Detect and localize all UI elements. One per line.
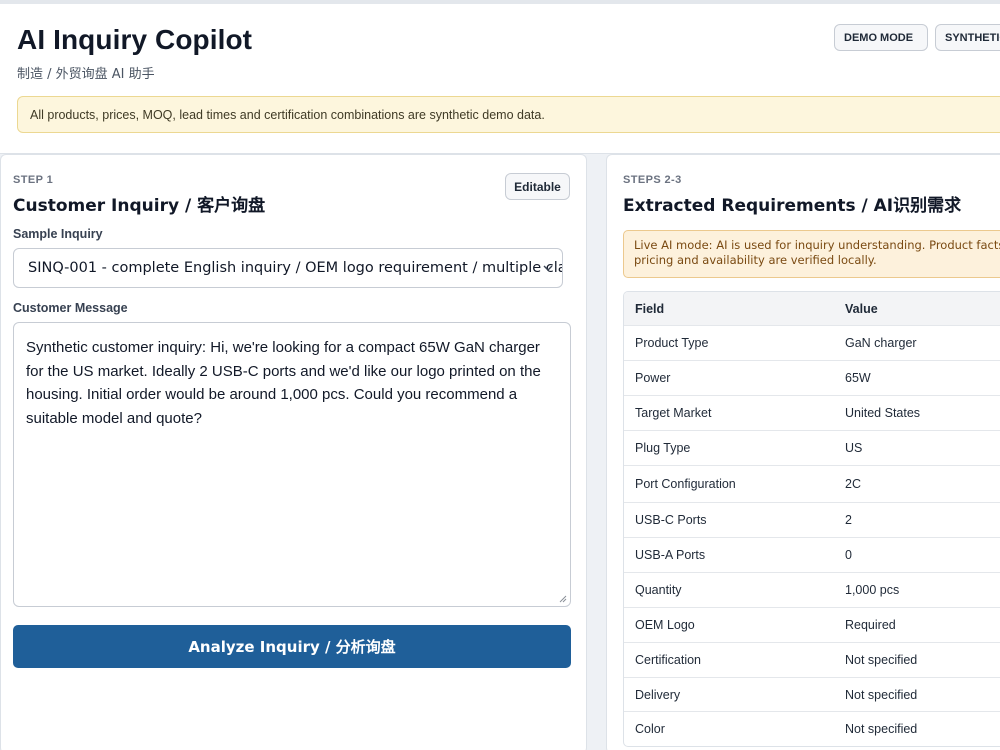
- table-row: USB-A Ports 0: [624, 538, 1000, 573]
- table-cell-field: USB-A Ports: [635, 548, 706, 562]
- table-cell-value: Not specified: [845, 722, 918, 736]
- table-cell-value: US: [845, 441, 863, 455]
- customer-message-textarea[interactable]: Synthetic customer inquiry: Hi, we're lo…: [13, 322, 571, 607]
- chevron-down-icon: [543, 265, 553, 271]
- analyze-inquiry-button[interactable]: Analyze Inquiry / 分析询盘: [13, 625, 571, 668]
- table-cell-value: United States: [845, 406, 921, 420]
- customer-inquiry-panel: STEP 1 Customer Inquiry / 客户询盘 Editable …: [0, 154, 587, 750]
- table-cell-value: 2: [845, 513, 852, 527]
- app-header: AI Inquiry Copilot 制造 / 外贸询盘 AI 助手 DEMO …: [0, 4, 1000, 154]
- sample-inquiry-select[interactable]: SINQ-001 - complete English inquiry / OE…: [13, 248, 563, 288]
- requirements-table: Field Value Product Type GaN charger Pow…: [623, 291, 1000, 747]
- customer-inquiry-title: Customer Inquiry / 客户询盘: [13, 196, 266, 216]
- table-cell-field: Quantity: [635, 583, 682, 597]
- table-row: Certification Not specified: [624, 643, 1000, 678]
- live-ai-notice-text: Live AI mode: AI is used for inquiry und…: [634, 238, 1000, 267]
- table-header-value: Value: [845, 301, 878, 316]
- table-header-field: Field: [635, 301, 665, 316]
- table-row: Plug Type US: [624, 431, 1000, 466]
- table-header-row: Field Value: [624, 292, 1000, 326]
- synthetic-data-notice: All products, prices, MOQ, lead times an…: [17, 96, 1000, 133]
- table-row: Product Type GaN charger: [624, 326, 1000, 361]
- table-cell-field: Color: [635, 722, 665, 736]
- table-row: Power 65W: [624, 361, 1000, 396]
- synthetic-data-notice-text: All products, prices, MOQ, lead times an…: [30, 107, 545, 122]
- table-cell-value: Not specified: [845, 687, 918, 702]
- table-cell-value: Not specified: [845, 653, 918, 667]
- table-cell-field: Product Type: [635, 336, 709, 350]
- table-row: Port Configuration 2C: [624, 466, 1000, 503]
- table-cell-field: Certification: [635, 653, 701, 667]
- live-ai-notice: Live AI mode: AI is used for inquiry und…: [623, 230, 1000, 278]
- table-row: Delivery Not specified: [624, 678, 1000, 712]
- table-cell-value: 1,000 pcs: [845, 583, 900, 597]
- table-cell-field: USB-C Ports: [635, 513, 707, 527]
- table-cell-value: 65W: [845, 371, 871, 385]
- table-cell-field: Delivery: [635, 687, 681, 702]
- customer-message-text: Synthetic customer inquiry: Hi, we're lo…: [26, 339, 541, 427]
- table-cell-value: 2C: [845, 477, 861, 491]
- table-cell-value: Required: [845, 618, 896, 632]
- app-title: AI Inquiry Copilot: [17, 24, 253, 55]
- sample-inquiry-label: Sample Inquiry: [13, 227, 103, 241]
- extracted-requirements-panel: STEPS 2-3 Extracted Requirements / AI识别需…: [606, 154, 1000, 750]
- table-row: OEM Logo Required: [624, 608, 1000, 643]
- synthetic-badge: SYNTHETIC: [935, 24, 1000, 51]
- table-cell-value: 0: [845, 548, 852, 562]
- extracted-requirements-title: Extracted Requirements / AI识别需求: [623, 196, 962, 216]
- step-1-label: STEP 1: [13, 174, 54, 186]
- demo-mode-badge: DEMO MODE: [834, 24, 928, 51]
- table-cell-field: OEM Logo: [635, 618, 695, 632]
- table-row: USB-C Ports 2: [624, 503, 1000, 538]
- table-row: Quantity 1,000 pcs: [624, 573, 1000, 608]
- table-cell-field: Plug Type: [635, 441, 691, 455]
- resize-grip-icon[interactable]: [558, 594, 567, 603]
- table-row: Target Market United States: [624, 396, 1000, 431]
- table-cell-field: Port Configuration: [635, 477, 736, 491]
- table-cell-field: Power: [635, 371, 671, 385]
- table-row: Color Not specified: [624, 712, 1000, 746]
- customer-message-label: Customer Message: [13, 301, 128, 315]
- table-cell-field: Target Market: [635, 406, 712, 420]
- table-cell-value: GaN charger: [845, 336, 917, 350]
- steps-2-3-label: STEPS 2-3: [623, 174, 682, 186]
- app-subtitle: 制造 / 外贸询盘 AI 助手: [17, 67, 155, 82]
- sample-inquiry-selected-value: SINQ-001 - complete English inquiry / OE…: [28, 260, 562, 276]
- editable-button[interactable]: Editable: [505, 173, 570, 200]
